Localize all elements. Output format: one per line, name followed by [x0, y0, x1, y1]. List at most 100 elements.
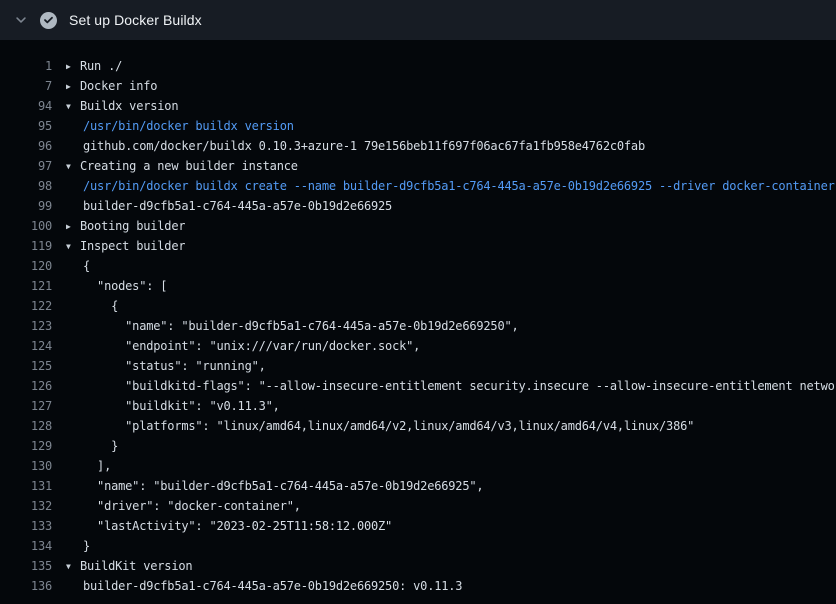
group-collapse-icon[interactable]: ▼	[66, 557, 80, 576]
command-text: /usr/bin/docker buildx version	[52, 116, 294, 136]
line-number[interactable]: 123	[0, 316, 52, 336]
log-line: 124 "endpoint": "unix:///var/run/docker.…	[0, 336, 836, 356]
group-title[interactable]: Run ./	[80, 59, 122, 73]
line-number[interactable]: 94	[0, 96, 52, 116]
log-line: 126 "buildkitd-flags": "--allow-insecure…	[0, 376, 836, 396]
output-text: builder-d9cfb5a1-c764-445a-a57e-0b19d2e6…	[52, 196, 392, 216]
group-collapse-icon[interactable]: ▼	[66, 237, 80, 256]
line-number[interactable]: 124	[0, 336, 52, 356]
output-text: "status": "running",	[52, 356, 266, 376]
step-header[interactable]: Set up Docker Buildx	[0, 0, 836, 40]
line-number[interactable]: 1	[0, 56, 52, 76]
output-text: }	[52, 536, 90, 556]
output-text: }	[52, 436, 118, 456]
log-line: 132 "driver": "docker-container",	[0, 496, 836, 516]
group-header[interactable]: ▶Docker info	[52, 76, 157, 96]
line-number[interactable]: 119	[0, 236, 52, 256]
output-text: builder-d9cfb5a1-c764-445a-a57e-0b19d2e6…	[52, 576, 462, 596]
log-container: 1▶Run ./7▶Docker info94▼Buildx version95…	[0, 40, 836, 596]
line-number[interactable]: 121	[0, 276, 52, 296]
log-line: 1▶Run ./	[0, 56, 836, 76]
output-text: "name": "builder-d9cfb5a1-c764-445a-a57e…	[52, 316, 519, 336]
log-line: 121 "nodes": [	[0, 276, 836, 296]
line-number[interactable]: 97	[0, 156, 52, 176]
group-header[interactable]: ▶Booting builder	[52, 216, 185, 236]
group-expand-icon[interactable]: ▶	[66, 217, 80, 236]
line-number[interactable]: 100	[0, 216, 52, 236]
log-line: 122 {	[0, 296, 836, 316]
line-number[interactable]: 132	[0, 496, 52, 516]
output-text: {	[52, 296, 118, 316]
log-line: 125 "status": "running",	[0, 356, 836, 376]
line-number[interactable]: 136	[0, 576, 52, 596]
log-line: 131 "name": "builder-d9cfb5a1-c764-445a-…	[0, 476, 836, 496]
group-title[interactable]: Buildx version	[80, 99, 178, 113]
check-circle-icon	[40, 12, 57, 29]
line-number[interactable]: 134	[0, 536, 52, 556]
line-number[interactable]: 127	[0, 396, 52, 416]
line-number[interactable]: 125	[0, 356, 52, 376]
output-text: "driver": "docker-container",	[52, 496, 301, 516]
group-title[interactable]: Booting builder	[80, 219, 185, 233]
group-title[interactable]: BuildKit version	[80, 559, 192, 573]
group-header[interactable]: ▶Run ./	[52, 56, 122, 76]
line-number[interactable]: 131	[0, 476, 52, 496]
line-number[interactable]: 99	[0, 196, 52, 216]
log-line: 133 "lastActivity": "2023-02-25T11:58:12…	[0, 516, 836, 536]
log-line: 129 }	[0, 436, 836, 456]
line-number[interactable]: 128	[0, 416, 52, 436]
step-title: Set up Docker Buildx	[69, 12, 202, 28]
log-line: 119▼Inspect builder	[0, 236, 836, 256]
output-text: github.com/docker/buildx 0.10.3+azure-1 …	[52, 136, 645, 156]
log-line: 136builder-d9cfb5a1-c764-445a-a57e-0b19d…	[0, 576, 836, 596]
log-line: 94▼Buildx version	[0, 96, 836, 116]
line-number[interactable]: 96	[0, 136, 52, 156]
group-title[interactable]: Creating a new builder instance	[80, 159, 298, 173]
log-line: 120{	[0, 256, 836, 276]
log-line: 100▶Booting builder	[0, 216, 836, 236]
line-number[interactable]: 122	[0, 296, 52, 316]
output-text: "buildkitd-flags": "--allow-insecure-ent…	[52, 376, 836, 396]
group-expand-icon[interactable]: ▶	[66, 57, 80, 76]
actions-step-panel: Set up Docker Buildx 1▶Run ./7▶Docker in…	[0, 0, 836, 604]
line-number[interactable]: 126	[0, 376, 52, 396]
log-line: 128 "platforms": "linux/amd64,linux/amd6…	[0, 416, 836, 436]
output-text: {	[52, 256, 90, 276]
group-header[interactable]: ▼Buildx version	[52, 96, 178, 116]
log-line: 135▼BuildKit version	[0, 556, 836, 576]
log-line: 98/usr/bin/docker buildx create --name b…	[0, 176, 836, 196]
group-header[interactable]: ▼BuildKit version	[52, 556, 192, 576]
group-collapse-icon[interactable]: ▼	[66, 157, 80, 176]
output-text: "platforms": "linux/amd64,linux/amd64/v2…	[52, 416, 694, 436]
log-line: 96github.com/docker/buildx 0.10.3+azure-…	[0, 136, 836, 156]
group-expand-icon[interactable]: ▶	[66, 77, 80, 96]
log-line: 134}	[0, 536, 836, 556]
line-number[interactable]: 7	[0, 76, 52, 96]
group-title[interactable]: Inspect builder	[80, 239, 185, 253]
group-header[interactable]: ▼Inspect builder	[52, 236, 185, 256]
log-line: 97▼Creating a new builder instance	[0, 156, 836, 176]
output-text: "lastActivity": "2023-02-25T11:58:12.000…	[52, 516, 392, 536]
output-text: "buildkit": "v0.11.3",	[52, 396, 280, 416]
log-line: 95/usr/bin/docker buildx version	[0, 116, 836, 136]
line-number[interactable]: 120	[0, 256, 52, 276]
output-text: "endpoint": "unix:///var/run/docker.sock…	[52, 336, 420, 356]
chevron-down-icon[interactable]	[14, 13, 28, 27]
group-collapse-icon[interactable]: ▼	[66, 97, 80, 116]
log-line: 127 "buildkit": "v0.11.3",	[0, 396, 836, 416]
output-text: "name": "builder-d9cfb5a1-c764-445a-a57e…	[52, 476, 483, 496]
command-text: /usr/bin/docker buildx create --name bui…	[52, 176, 836, 196]
log-line: 130 ],	[0, 456, 836, 476]
line-number[interactable]: 129	[0, 436, 52, 456]
line-number[interactable]: 130	[0, 456, 52, 476]
log-line: 123 "name": "builder-d9cfb5a1-c764-445a-…	[0, 316, 836, 336]
line-number[interactable]: 135	[0, 556, 52, 576]
log-line: 99builder-d9cfb5a1-c764-445a-a57e-0b19d2…	[0, 196, 836, 216]
log-line: 7▶Docker info	[0, 76, 836, 96]
group-header[interactable]: ▼Creating a new builder instance	[52, 156, 298, 176]
line-number[interactable]: 98	[0, 176, 52, 196]
output-text: ],	[52, 456, 111, 476]
line-number[interactable]: 133	[0, 516, 52, 536]
line-number[interactable]: 95	[0, 116, 52, 136]
group-title[interactable]: Docker info	[80, 79, 157, 93]
